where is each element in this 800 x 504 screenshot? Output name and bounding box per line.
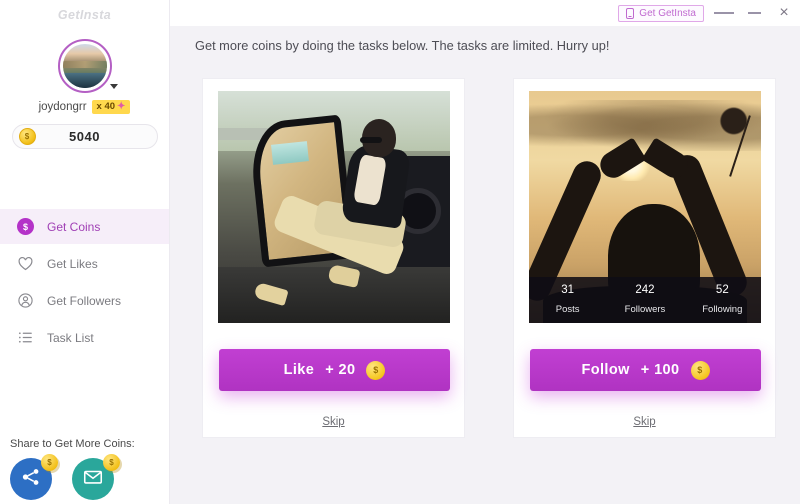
stat-posts: 31 Posts <box>529 284 606 317</box>
sidebar-item-task-list[interactable]: Task List <box>0 320 169 355</box>
sidebar-item-get-likes[interactable]: Get Likes <box>0 246 169 281</box>
list-icon <box>16 328 35 347</box>
user-circle-icon <box>16 291 35 310</box>
like-button[interactable]: Like + 20 $ <box>219 349 450 391</box>
multiplier-badge: x 40 ✦ <box>91 100 131 114</box>
avatar-image <box>62 44 107 88</box>
skip-link[interactable]: Skip <box>203 416 464 428</box>
coin-balance-bar[interactable]: $ 5040 <box>11 124 158 149</box>
stat-value: 31 <box>561 283 575 296</box>
sidebar-item-get-coins[interactable]: $ Get Coins <box>0 209 169 244</box>
sidebar-nav: $ Get Coins Get Likes Get Followers Task… <box>0 209 169 355</box>
coin-icon: $ <box>16 217 35 236</box>
stat-following: 52 Following <box>684 284 761 317</box>
envelope-icon <box>82 466 104 493</box>
page-title: Get more coins by doing the tasks below.… <box>195 38 610 53</box>
sidebar-item-label: Get Followers <box>47 293 122 308</box>
stat-value: 242 <box>635 283 655 296</box>
avatar[interactable] <box>57 39 118 93</box>
stat-label: Following <box>702 303 743 315</box>
stat-value: 52 <box>715 283 729 296</box>
task-photo-man-in-car[interactable] <box>218 91 450 323</box>
main-content: Get GetInsta × Get more coins by doing t… <box>170 0 800 504</box>
sidebar-item-get-followers[interactable]: Get Followers <box>0 283 169 318</box>
share-buttons: $ $ <box>10 454 170 500</box>
close-icon[interactable]: × <box>774 3 794 23</box>
share-nodes-icon <box>20 466 42 493</box>
chevron-down-icon[interactable] <box>109 84 118 89</box>
get-mobile-app-button[interactable]: Get GetInsta <box>618 4 704 22</box>
sidebar-item-label: Get Coins <box>47 219 101 234</box>
share-section: Share to Get More Coins: $ $ <box>0 438 170 504</box>
coin-icon: $ <box>366 360 386 380</box>
phone-icon <box>626 7 635 19</box>
task-card: 31 Posts 242 Followers 52 Following Foll… <box>513 78 776 438</box>
bolt-icon: ✦ <box>117 101 126 112</box>
multiplier-badge-text: x 40 <box>96 101 116 113</box>
follow-button[interactable]: Follow + 100 $ <box>530 349 761 391</box>
share-section-label: Share to Get More Coins: <box>10 438 135 450</box>
task-card: Like + 20 $ Skip <box>202 78 465 438</box>
stat-label: Posts <box>555 303 580 315</box>
hamburger-menu-icon[interactable] <box>714 3 735 23</box>
task-photo-sunset-heart-hands[interactable]: 31 Posts 242 Followers 52 Following <box>529 91 761 323</box>
sidebar-item-label: Task List <box>47 330 94 345</box>
getinsta-app-window: GetInsta joydongrr x 40 ✦ $ 5040 $ Get C… <box>0 0 800 504</box>
username-label: joydongrr <box>38 101 87 113</box>
coin-icon: $ <box>690 360 710 380</box>
coin-badge: $ <box>103 454 120 471</box>
window-titlebar: Get GetInsta × <box>170 0 800 26</box>
heart-icon <box>16 254 35 273</box>
coin-icon: $ <box>18 128 36 145</box>
user-row: joydongrr x 40 ✦ <box>0 100 169 114</box>
follow-button-label: Follow <box>581 362 630 378</box>
skip-link[interactable]: Skip <box>514 416 775 428</box>
like-button-amount: + 20 <box>325 362 356 378</box>
task-cards: Like + 20 $ Skip 31 Posts 242 Followers … <box>202 78 776 438</box>
stat-label: Followers <box>624 303 666 315</box>
minimize-icon[interactable] <box>744 3 764 23</box>
coin-badge: $ <box>41 454 58 471</box>
stat-followers: 242 Followers <box>606 284 683 317</box>
avatar-ring <box>57 39 112 93</box>
share-email-button[interactable]: $ <box>72 454 120 500</box>
get-mobile-app-label: Get GetInsta <box>639 7 696 19</box>
follow-button-amount: + 100 <box>640 362 680 378</box>
sidebar-item-label: Get Likes <box>47 256 98 271</box>
app-logo-text: GetInsta <box>57 8 112 22</box>
share-social-button[interactable]: $ <box>10 454 58 500</box>
profile-stats-bar: 31 Posts 242 Followers 52 Following <box>529 277 761 323</box>
sidebar: GetInsta joydongrr x 40 ✦ $ 5040 $ Get C… <box>0 0 170 504</box>
like-button-label: Like <box>283 362 315 378</box>
app-logo: GetInsta <box>0 0 169 26</box>
